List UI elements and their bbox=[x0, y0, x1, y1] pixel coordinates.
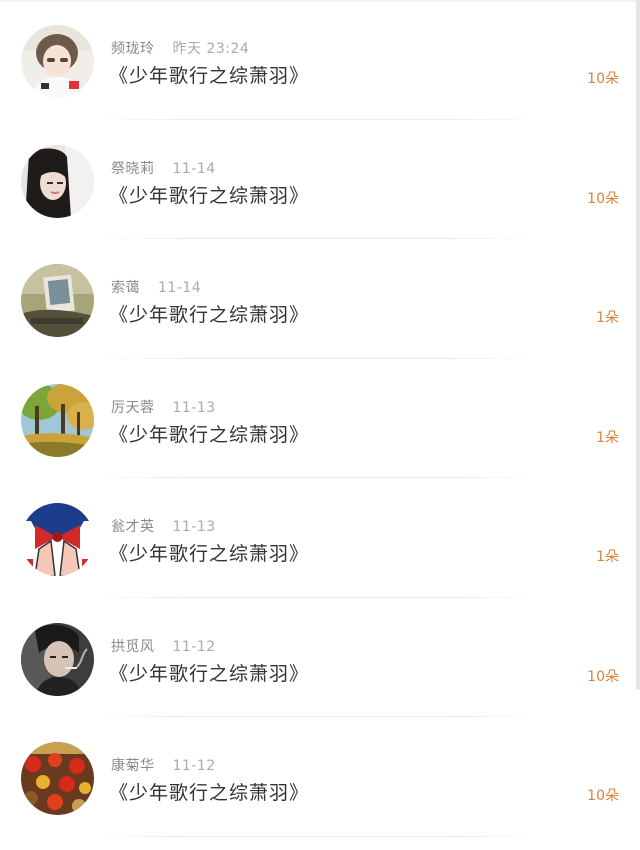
sender-name[interactable]: 拱觅风 bbox=[111, 639, 155, 655]
sender-name[interactable]: 康菊华 bbox=[111, 758, 155, 774]
sender-meta: 拱觅风 11-12 bbox=[111, 636, 216, 656]
list-item[interactable]: 祭晓莉 11-14 《少年歌行之综萧羽》 10朵 bbox=[0, 120, 636, 239]
gift-time: 11-13 bbox=[172, 399, 216, 416]
book-title: 《少年歌行之综萧羽》 bbox=[109, 423, 310, 446]
avatar[interactable] bbox=[21, 622, 94, 696]
book-title: 《少年歌行之综萧羽》 bbox=[109, 543, 310, 565]
sender-meta: 厉天蓉 11-13 bbox=[111, 397, 216, 417]
list-item[interactable]: 索蔼 11-14 《少年歌行之综萧羽》 1朵 bbox=[0, 239, 636, 359]
avatar[interactable] bbox=[21, 144, 94, 218]
book-title: 《少年歌行之综萧羽》 bbox=[109, 65, 310, 87]
sender-name[interactable]: 祭晓莉 bbox=[111, 161, 155, 177]
sender-meta: 祭晓莉 11-14 bbox=[111, 158, 216, 178]
flower-count: 10朵 bbox=[587, 788, 619, 804]
flower-count: 1朵 bbox=[596, 549, 619, 565]
sender-name[interactable]: 瓮才英 bbox=[111, 519, 155, 535]
gift-record-page: 频珑玲 昨天 23:24 《少年歌行之综萧羽》 10朵 祭晓莉 11-14 《少… bbox=[0, 0, 640, 850]
flower-count: 10朵 bbox=[587, 190, 619, 207]
book-title: 《少年歌行之综萧羽》 bbox=[109, 184, 310, 207]
flower-count: 1朵 bbox=[596, 310, 619, 326]
list-item[interactable]: 拱觅风 11-12 《少年歌行之综萧羽》 10朵 bbox=[0, 598, 636, 717]
list-item[interactable]: 频珑玲 昨天 23:24 《少年歌行之综萧羽》 10朵 bbox=[0, 0, 636, 120]
avatar-smoking-man-icon bbox=[21, 622, 94, 696]
flower-count: 10朵 bbox=[587, 71, 619, 87]
divider bbox=[95, 835, 540, 837]
sender-name[interactable]: 频珑玲 bbox=[111, 41, 155, 57]
avatar-autumn-trees-icon bbox=[21, 383, 94, 457]
list-item[interactable]: 厉天蓉 11-13 《少年歌行之综萧羽》 1朵 bbox=[0, 359, 636, 478]
flower-count: 1朵 bbox=[596, 429, 619, 446]
avatar-photo-card-icon bbox=[21, 264, 94, 337]
book-title: 《少年歌行之综萧羽》 bbox=[109, 304, 310, 326]
book-title: 《少年歌行之综萧羽》 bbox=[109, 662, 310, 685]
sender-meta: 康菊华 11-12 bbox=[111, 755, 216, 775]
sender-meta: 频珑玲 昨天 23:24 bbox=[111, 38, 249, 58]
gift-time: 11-12 bbox=[172, 758, 216, 774]
avatar-girl-portrait-icon bbox=[21, 144, 94, 218]
sender-name[interactable]: 厉天蓉 bbox=[111, 400, 155, 416]
gift-time: 11-13 bbox=[172, 519, 216, 535]
sender-meta: 索蔼 11-14 bbox=[111, 277, 201, 297]
avatar[interactable] bbox=[21, 25, 94, 98]
sender-meta: 瓮才英 11-13 bbox=[111, 516, 216, 536]
avatar[interactable] bbox=[21, 503, 94, 576]
book-title: 《少年歌行之综萧羽》 bbox=[109, 782, 310, 804]
gift-time: 11-14 bbox=[158, 280, 202, 296]
avatar[interactable] bbox=[21, 742, 94, 815]
avatar-girl-photo-icon bbox=[21, 25, 94, 98]
avatar[interactable] bbox=[21, 264, 94, 337]
sender-name[interactable]: 索蔼 bbox=[111, 280, 140, 296]
avatar-lanterns-icon bbox=[21, 742, 94, 815]
list-item[interactable]: 康菊华 11-12 《少年歌行之综萧羽》 10朵 bbox=[0, 717, 636, 837]
flower-count: 10朵 bbox=[587, 668, 619, 685]
avatar-cartoon-bow-icon bbox=[21, 503, 94, 576]
gift-time: 11-12 bbox=[172, 638, 216, 655]
gift-time: 昨天 23:24 bbox=[172, 41, 250, 57]
gift-time: 11-14 bbox=[172, 160, 216, 177]
scrollbar[interactable] bbox=[636, 0, 640, 690]
avatar[interactable] bbox=[21, 383, 94, 457]
gift-list: 频珑玲 昨天 23:24 《少年歌行之综萧羽》 10朵 祭晓莉 11-14 《少… bbox=[0, 0, 636, 837]
list-item[interactable]: 瓮才英 11-13 《少年歌行之综萧羽》 1朵 bbox=[0, 478, 636, 598]
